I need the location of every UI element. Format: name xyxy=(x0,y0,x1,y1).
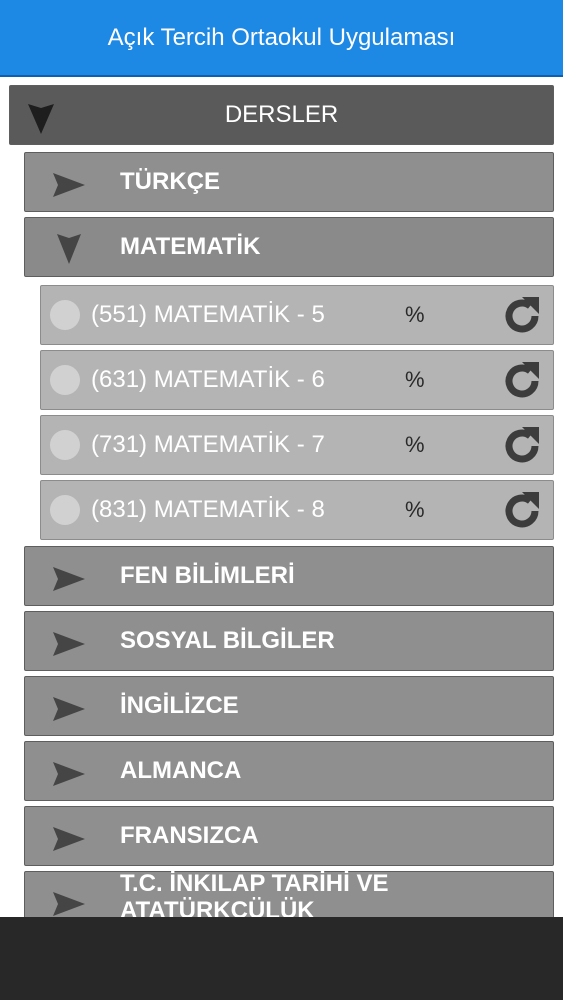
arrow-down-icon xyxy=(57,234,81,264)
course-label: (551) MATEMATİK - 5 xyxy=(91,301,325,328)
category-label: İNGİLİZCE xyxy=(120,692,239,719)
arrow-right-icon xyxy=(53,762,85,786)
category-fen-bilimleri[interactable]: FEN BİLİMLERİ xyxy=(24,546,554,606)
course-item[interactable]: (831) MATEMATİK - 8 % xyxy=(40,480,554,540)
refresh-icon[interactable] xyxy=(501,360,543,402)
course-item[interactable]: (551) MATEMATİK - 5 % xyxy=(40,285,554,345)
arrow-right-icon xyxy=(53,632,85,656)
category-label: FEN BİLİMLERİ xyxy=(120,562,295,589)
group-label: DERSLER xyxy=(224,101,339,128)
category-label: MATEMATİK xyxy=(120,233,261,260)
course-percent: % xyxy=(405,432,425,457)
course-percent: % xyxy=(405,497,425,522)
course-list[interactable]: DERSLER TÜRKÇE MATEMATİK (551) MATEMATİK… xyxy=(0,80,563,917)
category-turkce[interactable]: TÜRKÇE xyxy=(24,152,554,212)
arrow-right-icon xyxy=(53,827,85,851)
radio-icon[interactable] xyxy=(50,430,80,460)
category-sosyal-bilgiler[interactable]: SOSYAL BİLGİLER xyxy=(24,611,554,671)
category-label: TÜRKÇE xyxy=(120,168,220,195)
category-label: SOSYAL BİLGİLER xyxy=(120,627,335,654)
arrow-right-icon xyxy=(53,173,85,197)
radio-icon[interactable] xyxy=(50,495,80,525)
category-inkilap-tarihi[interactable]: T.C. İNKILAP TARİHİ VE ATATÜRKÇÜLÜK xyxy=(24,870,554,917)
category-matematik[interactable]: MATEMATİK xyxy=(24,217,554,277)
course-label: (731) MATEMATİK - 7 xyxy=(91,431,325,458)
app-bar: Açık Tercih Ortaokul Uygulaması xyxy=(0,0,563,77)
group-dersler[interactable]: DERSLER xyxy=(9,85,554,145)
radio-icon[interactable] xyxy=(50,365,80,395)
category-label: T.C. İNKILAP TARİHİ VE ATATÜRKÇÜLÜK xyxy=(120,870,389,917)
radio-icon[interactable] xyxy=(50,300,80,330)
system-navigation-bar xyxy=(0,917,563,1000)
arrow-right-icon xyxy=(53,697,85,721)
category-fransizca[interactable]: FRANSIZCA xyxy=(24,806,554,866)
arrow-right-icon xyxy=(53,567,85,591)
course-percent: % xyxy=(405,367,425,392)
course-item[interactable]: (631) MATEMATİK - 6 % xyxy=(40,350,554,410)
course-item[interactable]: (731) MATEMATİK - 7 % xyxy=(40,415,554,475)
arrow-right-icon xyxy=(53,892,85,916)
category-almanca[interactable]: ALMANCA xyxy=(24,741,554,801)
course-percent: % xyxy=(405,302,425,327)
course-label: (831) MATEMATİK - 8 xyxy=(91,496,325,523)
refresh-icon[interactable] xyxy=(501,295,543,337)
app-title: Açık Tercih Ortaokul Uygulaması xyxy=(107,23,456,51)
category-ingilizce[interactable]: İNGİLİZCE xyxy=(24,676,554,736)
refresh-icon[interactable] xyxy=(501,425,543,467)
category-label: FRANSIZCA xyxy=(120,822,259,849)
category-label: ALMANCA xyxy=(120,757,242,784)
refresh-icon[interactable] xyxy=(501,490,543,532)
course-label: (631) MATEMATİK - 6 xyxy=(91,366,325,393)
